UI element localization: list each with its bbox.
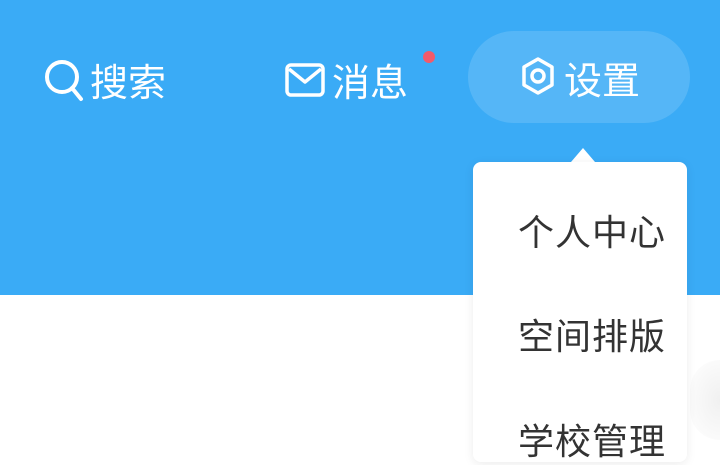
mail-icon bbox=[284, 60, 326, 100]
dropdown-arrow bbox=[571, 148, 595, 162]
gear-icon bbox=[518, 56, 558, 98]
settings-label: 设置 bbox=[563, 58, 640, 103]
menu-item-space-layout[interactable]: 空间排版 bbox=[518, 308, 666, 360]
settings-dropdown-menu: 个人中心 空间排版 学校管理 bbox=[473, 162, 687, 465]
menu-item-personal-center[interactable]: 个人中心 bbox=[518, 204, 666, 256]
menu-item-school-management[interactable]: 学校管理 bbox=[518, 413, 666, 465]
settings-button[interactable]: 设置 bbox=[468, 31, 690, 123]
search-label: 搜索 bbox=[90, 61, 167, 105]
messages-label: 消息 bbox=[332, 61, 409, 105]
unread-badge bbox=[423, 51, 435, 63]
background-decoration bbox=[690, 360, 720, 440]
search-icon bbox=[44, 57, 84, 103]
messages-button[interactable]: 消息 bbox=[284, 52, 408, 107]
search-button[interactable]: 搜索 bbox=[44, 52, 166, 107]
